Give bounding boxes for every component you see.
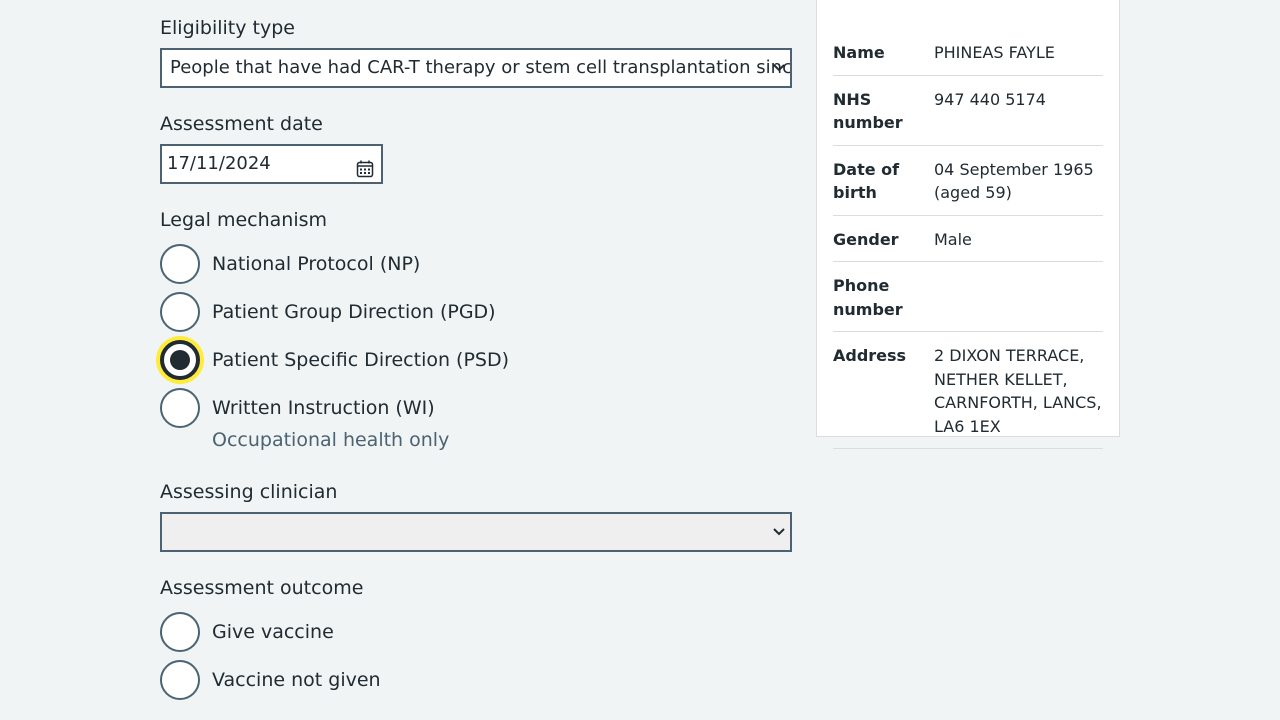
radio-label[interactable]: Patient Specific Direction (PSD) <box>212 348 509 372</box>
radio-option-wi[interactable]: Written Instruction (WI) <box>160 388 435 428</box>
summary-value: 04 September 1965 (aged 59) <box>934 159 1094 203</box>
summary-key: Date of birth <box>833 159 900 203</box>
radio-option-pgd[interactable]: Patient Group Direction (PGD) <box>160 292 496 332</box>
summary-list: Name PHINEAS FAYLE NHS number 947 440 51… <box>833 29 1103 449</box>
calendar-icon[interactable] <box>356 155 374 178</box>
summary-row-nhs-number: NHS number 947 440 5174 <box>833 76 1103 146</box>
summary-key: Address <box>833 346 907 365</box>
radio-button[interactable] <box>160 388 200 428</box>
summary-key: NHS number <box>833 89 903 133</box>
legal-mechanism-label: Legal mechanism <box>160 209 328 231</box>
radio-button[interactable] <box>160 660 200 700</box>
radio-option-give-vaccine[interactable]: Give vaccine <box>160 612 334 652</box>
radio-button[interactable] <box>160 244 200 284</box>
summary-value: 2 DIXON TERRACE, NETHER KELLET, CARNFORT… <box>934 346 1102 436</box>
radio-label[interactable]: Vaccine not given <box>212 668 381 692</box>
page: Eligibility type People that have had CA… <box>0 0 1280 720</box>
assessing-clinician-label: Assessing clinician <box>160 481 338 503</box>
radio-option-psd[interactable]: Patient Specific Direction (PSD) <box>160 340 509 380</box>
summary-value <box>934 274 1103 321</box>
radio-button[interactable] <box>160 612 200 652</box>
radio-option-vaccine-not-given[interactable]: Vaccine not given <box>160 660 381 700</box>
eligibility-type-label: Eligibility type <box>160 17 295 39</box>
eligibility-type-select[interactable]: People that have had CAR-T therapy or st… <box>160 48 792 88</box>
radio-label[interactable]: National Protocol (NP) <box>212 252 420 276</box>
assessment-outcome-label: Assessment outcome <box>160 577 364 599</box>
assessment-date-value: 17/11/2024 <box>167 153 271 174</box>
chevron-down-icon <box>772 50 786 86</box>
summary-value: 947 440 5174 <box>934 89 1046 109</box>
summary-key: Gender <box>833 229 899 249</box>
summary-row-address: Address 2 DIXON TERRACE, NETHER KELLET, … <box>833 332 1103 449</box>
summary-row-phone-number: Phone number <box>833 262 1103 332</box>
radio-label[interactable]: Patient Group Direction (PGD) <box>212 300 496 324</box>
radio-button[interactable] <box>160 292 200 332</box>
chevron-down-icon <box>772 514 786 550</box>
summary-key: Name <box>833 43 885 62</box>
assessing-clinician-select[interactable] <box>160 512 792 552</box>
summary-key: Phone number <box>833 276 903 319</box>
eligibility-type-value: People that have had CAR-T therapy or st… <box>170 57 792 78</box>
summary-row-date-of-birth: Date of birth 04 September 1965 (aged 59… <box>833 146 1103 216</box>
radio-option-np[interactable]: National Protocol (NP) <box>160 244 420 284</box>
radio-button-selected[interactable] <box>160 340 200 380</box>
radio-label[interactable]: Give vaccine <box>212 620 334 644</box>
radio-hint: Occupational health only <box>212 429 450 451</box>
assessment-date-input[interactable]: 17/11/2024 <box>160 144 383 184</box>
patient-details-card: Name PHINEAS FAYLE NHS number 947 440 51… <box>816 0 1120 449</box>
summary-row-gender: Gender Male <box>833 216 1103 262</box>
radio-label[interactable]: Written Instruction (WI) <box>212 396 435 420</box>
summary-row-name: Name PHINEAS FAYLE <box>833 29 1103 76</box>
summary-value: Male <box>934 229 972 249</box>
summary-value: PHINEAS FAYLE <box>934 43 1055 62</box>
assessment-date-label: Assessment date <box>160 113 323 135</box>
